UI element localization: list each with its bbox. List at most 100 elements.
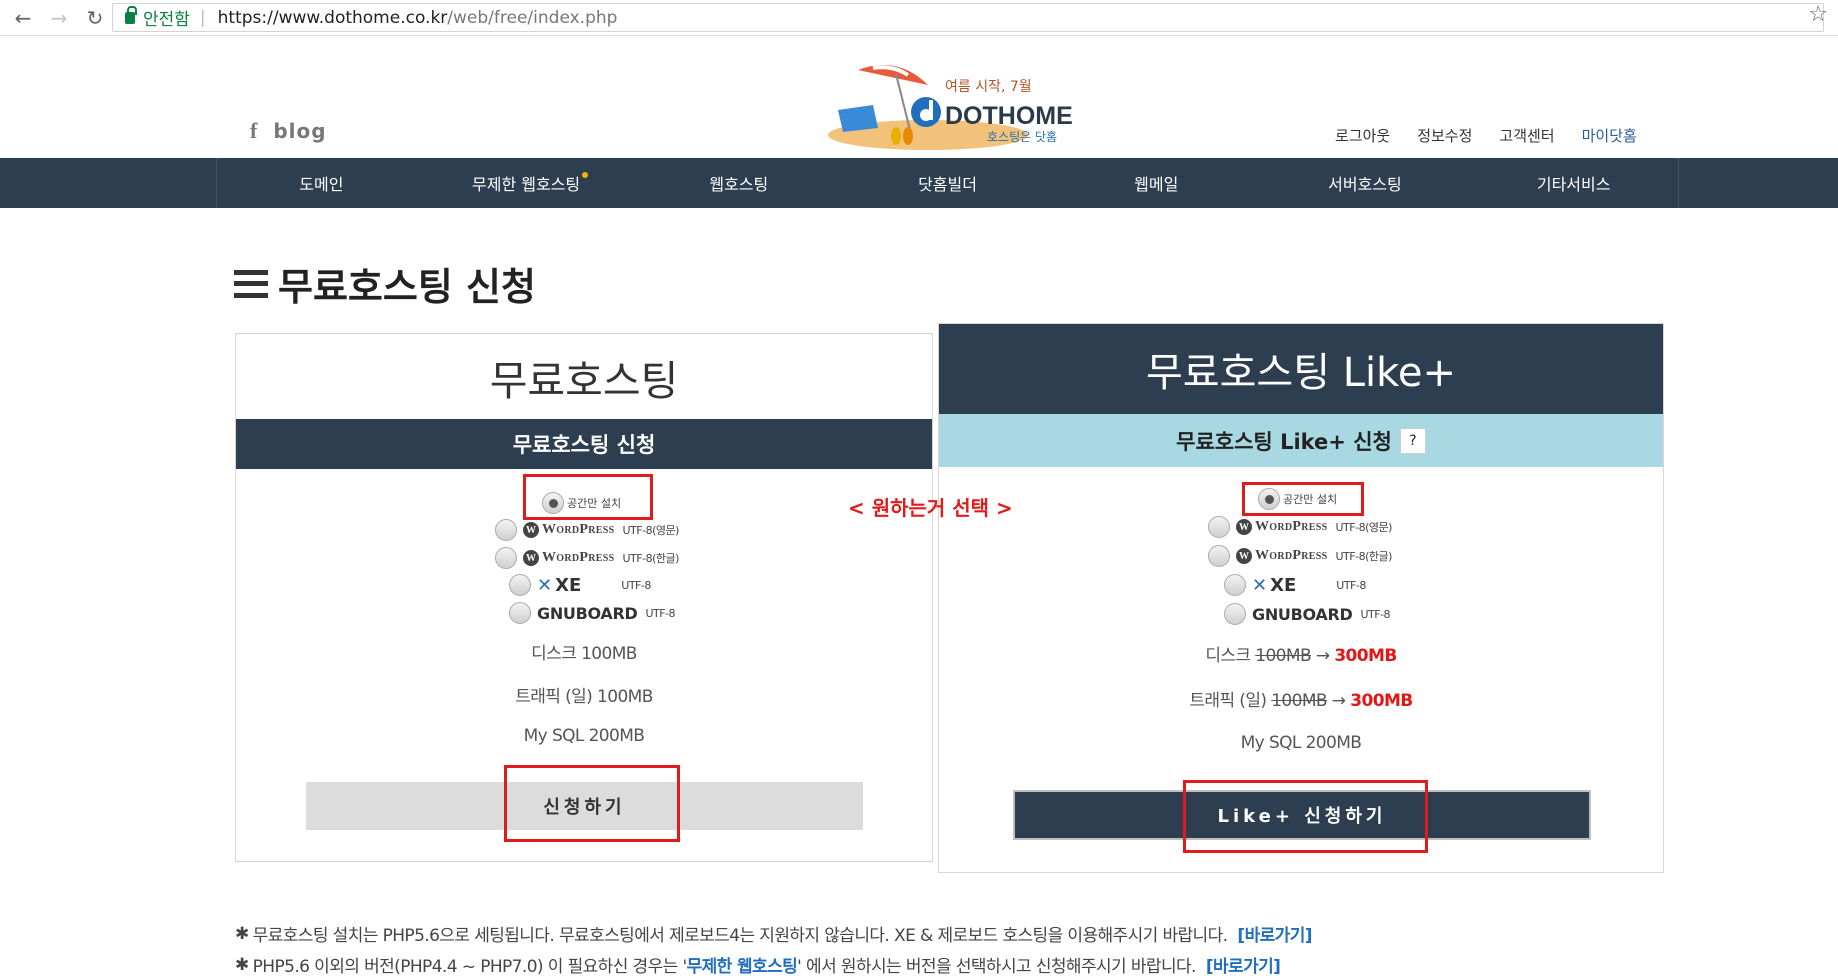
plus-option-gnuboard[interactable]: GNUBOARD UTF-8 — [1224, 603, 1391, 625]
top-links: 로그아웃 정보수정 고객센터 마이닷홈 — [1335, 125, 1637, 146]
plus-disk-spec: 디스크 100MB → 300MB — [939, 641, 1663, 666]
radio-xe[interactable] — [509, 574, 531, 596]
note-2-post: ' 에서 원하시는 버전을 선택하시고 신청해주시기 바랍니다. — [797, 957, 1196, 977]
forward-arrow-icon[interactable]: → — [46, 5, 72, 31]
wordpress-icon: W — [1236, 548, 1252, 564]
hamburger-icon — [234, 269, 268, 298]
nav-web-hosting-label: 웹호스팅 — [709, 175, 769, 194]
plus-disk-new: 300MB — [1334, 646, 1397, 666]
encoding-label: UTF-8(영문) — [1335, 521, 1393, 534]
radio-wp-en[interactable] — [1208, 516, 1230, 538]
free-option-wp-en[interactable]: W WordPress UTF-8(영문) — [495, 519, 679, 541]
plus-traffic-new: 300MB — [1350, 691, 1413, 711]
back-arrow-icon[interactable]: ← — [10, 5, 36, 31]
my-dothome-link[interactable]: 마이닷홈 — [1582, 125, 1637, 146]
nav-domain-label: 도메인 — [299, 175, 344, 194]
wordpress-icon: W — [1236, 519, 1252, 535]
logo-title: DOTHOME — [945, 102, 1073, 130]
xe-icon: ✕ — [537, 574, 553, 596]
radio-wp-ko[interactable] — [495, 547, 517, 569]
radio-gnuboard[interactable] — [509, 602, 531, 624]
wordpress-label: WordPress — [542, 550, 615, 565]
help-icon[interactable]: ? — [1399, 427, 1426, 454]
logout-link[interactable]: 로그아웃 — [1335, 125, 1390, 146]
free-option-gnuboard[interactable]: GNUBOARD UTF-8 — [509, 602, 676, 624]
encoding-label: UTF-8 — [1336, 578, 1366, 592]
free-option-xe[interactable]: ✕ XE UTF-8 — [509, 574, 651, 596]
nav-other-services-label: 기타서비스 — [1536, 175, 1611, 194]
gnuboard-label: GNUBOARD — [537, 603, 638, 623]
wordpress-logo: W WordPress — [523, 550, 615, 566]
customer-center-link[interactable]: 고객센터 — [1499, 125, 1554, 146]
xe-label: XE — [555, 574, 582, 596]
logo-flipflop-left — [891, 127, 901, 145]
facebook-icon[interactable]: f — [250, 118, 257, 144]
note-2-link[interactable]: [바로가기] — [1206, 952, 1281, 977]
arrow-icon: → — [1315, 646, 1330, 666]
main-nav: 도메인 무제한 웹호스팅 웹호스팅 닷홈빌더 웹메일 서버호스팅 기타서비스 — [0, 158, 1838, 208]
xe-label: XE — [1270, 574, 1297, 596]
nav-other-services[interactable]: 기타서비스 — [1469, 158, 1678, 208]
wordpress-logo: W WordPress — [1236, 548, 1328, 564]
note-2: ✱ PHP5.6 이외의 버전(PHP4.4 ~ PHP7.0) 이 필요하신 … — [235, 949, 1312, 980]
logo-chair — [838, 105, 878, 132]
page-title: 무료호스팅 신청 — [278, 265, 536, 309]
secure-label: 안전함 — [143, 10, 190, 30]
plus-disk-old: 100MB — [1255, 646, 1312, 666]
note-1-link[interactable]: [바로가기] — [1237, 921, 1312, 946]
plus-disk-label: 디스크 — [1205, 646, 1251, 666]
plus-option-wp-en[interactable]: W WordPress UTF-8(영문) — [1208, 516, 1392, 538]
gnuboard-label: GNUBOARD — [1252, 604, 1353, 624]
free-traffic-spec: 트래픽 (일) 100MB — [515, 687, 653, 707]
browser-toolbar: ← → ↻ 안전함 | https://www.dothome.co.kr/we… — [0, 0, 1838, 36]
lock-icon — [125, 5, 137, 24]
nav-unlimited-hosting-label: 무제한 웹호스팅 — [472, 175, 581, 194]
wordpress-label: WordPress — [1255, 548, 1328, 563]
radio-xe[interactable] — [1224, 574, 1246, 596]
nav-webmail-label: 웹메일 — [1134, 175, 1179, 194]
logo-d-stem — [929, 100, 933, 120]
free-mysql-spec: My SQL 200MB — [523, 726, 645, 746]
annotation-box-free-button — [504, 765, 680, 842]
page-title-block: 무료호스팅 신청 — [234, 256, 536, 311]
encoding-label: UTF-8 — [621, 578, 651, 592]
wordpress-logo: W WordPress — [523, 522, 615, 538]
plus-option-xe[interactable]: ✕ XE UTF-8 — [1224, 574, 1366, 596]
radio-wp-en[interactable] — [495, 519, 517, 541]
nav-builder[interactable]: 닷홈빌더 — [843, 158, 1052, 208]
note-2-highlight[interactable]: 무제한 웹호스팅 — [687, 952, 798, 977]
note-1-text: 무료호스팅 설치는 PHP5.6으로 세팅됩니다. 무료호스팅에서 제로보드4는… — [252, 926, 1228, 946]
wordpress-logo: W WordPress — [1236, 519, 1328, 535]
annotation-label: < 원하는거 선택 > — [848, 496, 1013, 520]
reload-icon[interactable]: ↻ — [82, 5, 108, 31]
blog-link[interactable]: blog — [273, 119, 326, 143]
annotation-box-plus-option — [1242, 482, 1364, 516]
encoding-label: UTF-8(한글) — [1335, 550, 1393, 563]
plus-option-wp-ko[interactable]: W WordPress UTF-8(한글) — [1208, 545, 1392, 567]
address-bar[interactable]: 안전함 | https://www.dothome.co.kr/web/free… — [112, 3, 1824, 32]
logo-subtitle: 호스팅은 닷홈 — [987, 130, 1058, 144]
free-disk-spec: 디스크 100MB — [531, 644, 637, 664]
radio-gnuboard[interactable] — [1224, 603, 1246, 625]
annotation-box-plus-button — [1183, 780, 1428, 853]
plus-traffic-spec: 트래픽 (일) 100MB → 300MB — [939, 686, 1663, 711]
logo-flipflop-right — [903, 127, 913, 145]
address-separator: | — [199, 7, 206, 28]
nav-unlimited-hosting[interactable]: 무제한 웹호스팅 — [426, 158, 635, 208]
encoding-label: UTF-8 — [645, 606, 676, 620]
nav-domain[interactable]: 도메인 — [217, 158, 426, 208]
radio-wp-ko[interactable] — [1208, 545, 1230, 567]
nav-server-hosting[interactable]: 서버호스팅 — [1261, 158, 1470, 208]
xe-icon: ✕ — [1252, 574, 1268, 596]
edit-profile-link[interactable]: 정보수정 — [1417, 125, 1472, 146]
free-hosting-plus-bar-label: 무료호스팅 Like+ 신청 — [1176, 429, 1392, 454]
nav-web-hosting[interactable]: 웹호스팅 — [634, 158, 843, 208]
plus-traffic-label: 트래픽 (일) — [1189, 691, 1267, 711]
star-icon[interactable]: ☆ — [1808, 2, 1828, 27]
wordpress-label: WordPress — [1255, 519, 1328, 534]
nav-webmail[interactable]: 웹메일 — [1052, 158, 1261, 208]
free-hosting-bar: 무료호스팅 신청 — [236, 419, 932, 469]
annotation-box-free-option — [523, 474, 653, 520]
free-option-wp-ko[interactable]: W WordPress UTF-8(한글) — [495, 547, 679, 569]
encoding-label: UTF-8 — [1360, 607, 1391, 621]
